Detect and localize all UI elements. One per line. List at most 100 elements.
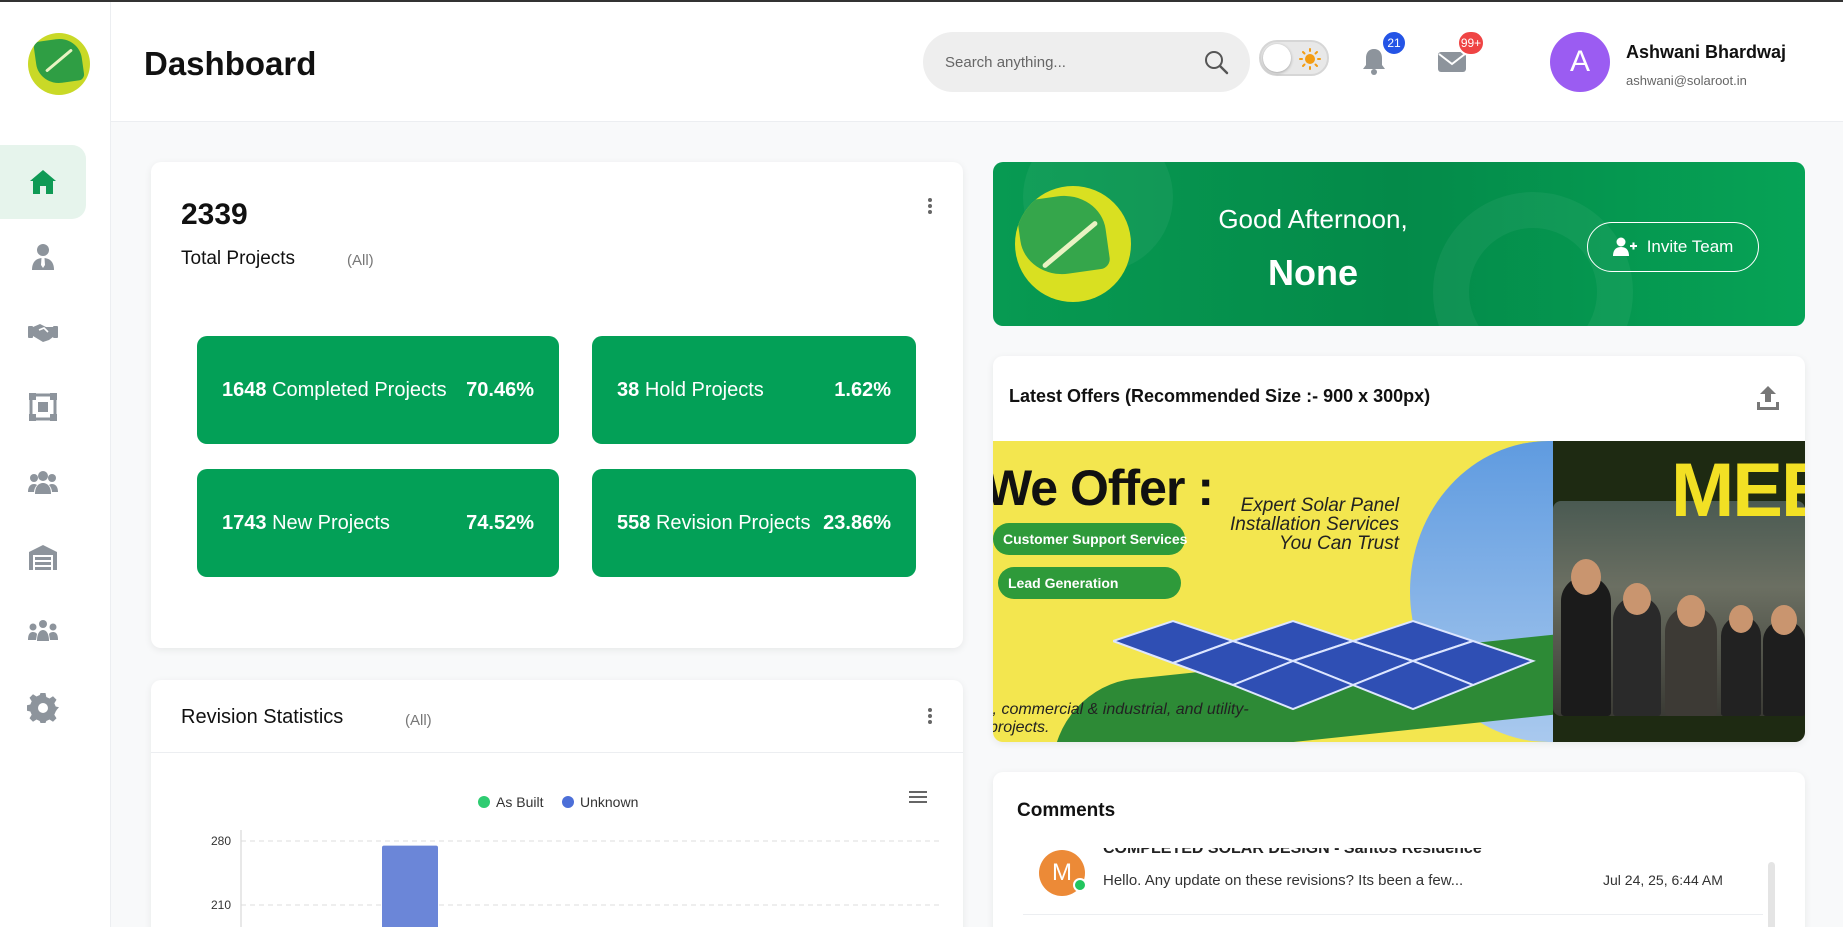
- page-title: Dashboard: [144, 45, 317, 82]
- warehouse-icon: [29, 545, 57, 570]
- revision-statistics-card: Revision Statistics (All) As Built Unkno…: [151, 680, 963, 927]
- more-options-icon[interactable]: [927, 196, 933, 216]
- total-projects-label: Total Projects: [181, 248, 296, 269]
- bar-unknown[interactable]: [382, 845, 438, 927]
- legend-item-unknown[interactable]: Unknown: [562, 794, 638, 810]
- legend-item-as-built[interactable]: As Built: [478, 794, 543, 810]
- online-status-dot: [1073, 878, 1087, 892]
- meetup-slide[interactable]: MEE: [1553, 441, 1805, 742]
- comment-divider: [1023, 914, 1763, 915]
- greeting-name: None: [1268, 252, 1358, 293]
- revision-statistics-filter[interactable]: (All): [405, 712, 432, 729]
- y-tick-label: 210: [211, 898, 231, 912]
- comment-text[interactable]: Hello. Any update on these revisions? It…: [1103, 872, 1463, 889]
- comments-scrollbar[interactable]: [1768, 862, 1775, 927]
- invite-team-button[interactable]: Invite Team: [1587, 222, 1759, 272]
- user-avatar[interactable]: A: [1550, 32, 1610, 92]
- sidebar-item-home[interactable]: [0, 145, 86, 219]
- card-divider: [151, 752, 963, 753]
- comment-timestamp: Jul 24, 25, 6:44 AM: [1603, 872, 1723, 888]
- sidebar: [0, 2, 111, 927]
- comment-author: COMPLETED SOLAR DESIGN - Santos Residenc…: [1103, 848, 1563, 856]
- gear-icon: [27, 693, 59, 723]
- search-icon[interactable]: [1202, 48, 1230, 76]
- y-tick-label: 280: [211, 834, 231, 848]
- handshake-icon: [28, 324, 58, 342]
- search-bar[interactable]: Search anything...: [923, 32, 1250, 92]
- offer-heading: We Offer :: [993, 460, 1214, 516]
- comments-title: Comments: [1017, 800, 1116, 821]
- revision-statistics-title: Revision Statistics: [181, 706, 344, 728]
- legend-dot: [478, 796, 490, 808]
- notifications-badge: 21: [1381, 30, 1407, 56]
- sidebar-item-projects[interactable]: [0, 370, 86, 444]
- greeting-text: Good Afternoon,: [1218, 204, 1408, 234]
- offer-subheading: Expert Solar Panel Installation Services…: [1230, 495, 1399, 554]
- stat-value: 38: [617, 378, 640, 401]
- stat-value: 1743: [222, 511, 267, 534]
- offer-footer-line: l, commercial & industrial, and utility-: [993, 701, 1249, 718]
- stat-label: Completed Projects: [272, 378, 447, 401]
- sidebar-item-warehouse[interactable]: [0, 520, 86, 594]
- stat-new-projects[interactable]: 1743 New Projects 74.52%: [197, 469, 559, 577]
- more-options-icon[interactable]: [927, 706, 933, 726]
- upload-icon[interactable]: [1755, 384, 1781, 412]
- invite-team-label: Invite Team: [1646, 237, 1734, 256]
- total-projects-card: 2339 Total Projects (All) 1648 Completed…: [151, 162, 963, 648]
- revision-bar-chart: 280 210: [211, 830, 941, 927]
- photo-person-head: [1571, 559, 1601, 595]
- offer-pill: Lead Generation: [998, 567, 1181, 599]
- chart-menu-icon[interactable]: [909, 790, 927, 804]
- sun-icon: [1299, 48, 1321, 70]
- latest-offers-title: Latest Offers (Recommended Size :- 900 x…: [1009, 386, 1431, 406]
- offer-footer-line: projects.: [993, 719, 1050, 736]
- top-header: Dashboard Search anything... 21 99+ A As…: [111, 2, 1843, 122]
- legend-label: As Built: [496, 794, 544, 810]
- stat-percent: 74.52%: [466, 511, 534, 534]
- toggle-knob: [1263, 44, 1291, 72]
- photo-person-head: [1623, 583, 1651, 615]
- user-plus-icon: [1612, 237, 1637, 256]
- stat-label: Revision Projects: [655, 511, 811, 534]
- latest-offers-card: Latest Offers (Recommended Size :- 900 x…: [993, 356, 1805, 742]
- total-projects-value: 2339: [181, 198, 248, 231]
- sidebar-item-teams[interactable]: [0, 595, 86, 669]
- users-icon: [28, 471, 58, 494]
- total-projects-filter[interactable]: (All): [347, 252, 374, 269]
- stat-value: 558: [617, 511, 651, 534]
- legend-label: Unknown: [580, 794, 639, 810]
- meetup-heading: MEE: [1671, 448, 1805, 533]
- theme-toggle[interactable]: [1259, 40, 1329, 76]
- sidebar-item-clients[interactable]: [0, 295, 86, 369]
- comment-author-partial: COMPLETED SOLAR DESIGN - Santos Residenc…: [1103, 848, 1563, 856]
- user-tie-icon: [32, 244, 54, 270]
- sidebar-item-employees[interactable]: [0, 220, 86, 294]
- photo-person-head: [1729, 605, 1753, 633]
- stat-hold-projects[interactable]: 38 Hold Projects 1.62%: [592, 336, 916, 444]
- stat-label: New Projects: [272, 511, 390, 534]
- stat-label: Hold Projects: [644, 378, 764, 401]
- sidebar-item-users[interactable]: [0, 445, 86, 519]
- user-email: ashwani@solaroot.in: [1626, 73, 1747, 88]
- comments-card: Comments M COMPLETED SOLAR DESIGN - Sant…: [993, 772, 1805, 927]
- greeting-banner: Good Afternoon, None Invite Team: [993, 162, 1805, 326]
- offer-footer-text: l, commercial & industrial, and utility-…: [993, 701, 1249, 737]
- photo-person-head: [1677, 595, 1705, 627]
- photo-person: [1561, 576, 1611, 716]
- offer-slide[interactable]: We Offer : Expert Solar Panel Installati…: [993, 441, 1553, 742]
- legend-dot: [562, 796, 574, 808]
- user-name[interactable]: Ashwani Bhardwaj: [1626, 42, 1786, 63]
- stat-percent: 23.86%: [823, 511, 891, 534]
- stat-percent: 1.62%: [834, 378, 891, 401]
- home-icon: [30, 170, 56, 194]
- messages-badge: 99+: [1457, 30, 1485, 56]
- stat-percent: 70.46%: [466, 378, 534, 401]
- app-logo[interactable]: [28, 33, 90, 95]
- sidebar-item-settings[interactable]: [0, 670, 86, 744]
- stat-revision-projects[interactable]: 558 Revision Projects 23.86%: [592, 469, 916, 577]
- search-input[interactable]: Search anything...: [945, 54, 1066, 71]
- project-diagram-icon: [29, 393, 57, 421]
- stat-value: 1648: [222, 378, 267, 401]
- photo-person-head: [1771, 605, 1797, 635]
- stat-completed-projects[interactable]: 1648 Completed Projects 70.46%: [197, 336, 559, 444]
